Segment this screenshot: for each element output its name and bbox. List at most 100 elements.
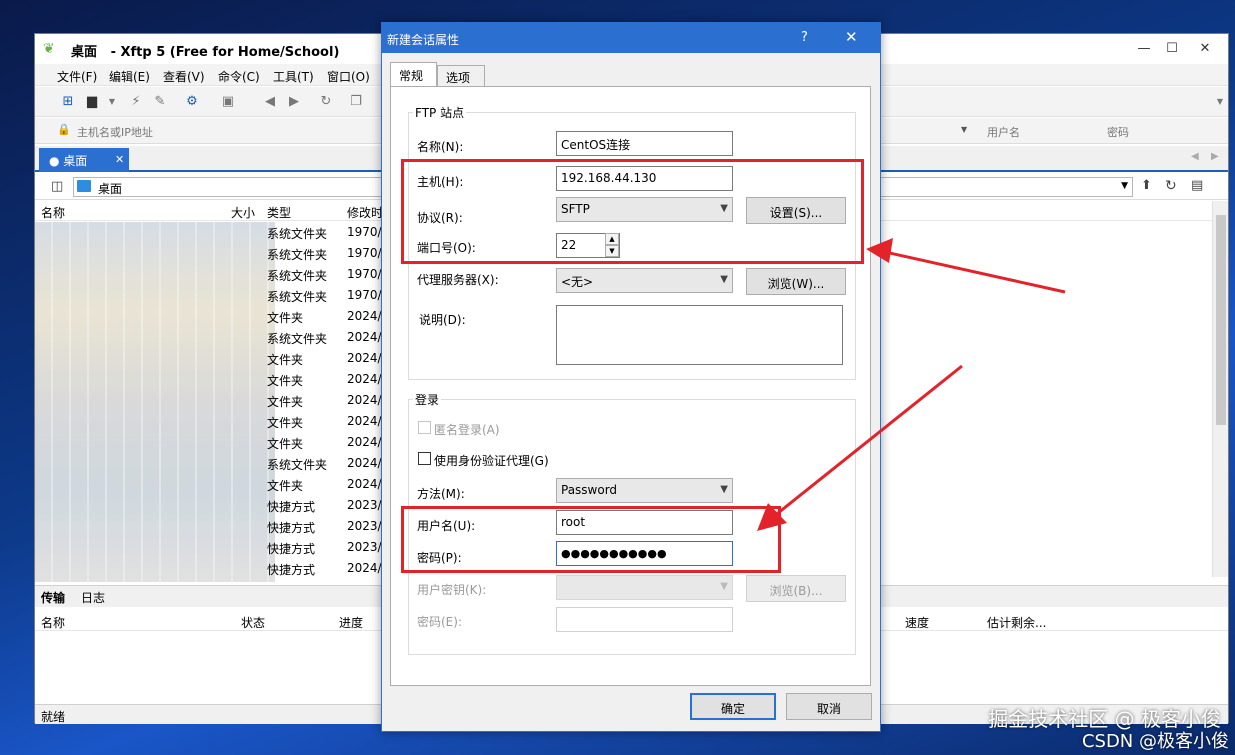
back-arrow-icon[interactable]: ◀: [261, 93, 279, 111]
transfer-column-status[interactable]: 状态: [241, 614, 265, 631]
table-row[interactable]: 快捷方式 2023/7: [35, 540, 395, 560]
anonymous-checkbox[interactable]: [418, 421, 431, 434]
help-icon[interactable]: ?: [801, 30, 808, 45]
dialog-close-icon[interactable]: ✕: [845, 28, 858, 46]
user-key-select[interactable]: ▼: [556, 575, 733, 600]
table-row[interactable]: 文件夹 2024/9: [35, 309, 395, 329]
file-list-scrollbar[interactable]: [1212, 201, 1228, 577]
column-size[interactable]: 大小: [231, 204, 255, 221]
minimize-icon[interactable]: —: [1129, 38, 1159, 60]
lock-icon: 🔒: [57, 123, 71, 136]
table-row[interactable]: 系统文件夹 1970/1: [35, 225, 395, 245]
row-type: 系统文件夹: [267, 290, 328, 304]
table-row[interactable]: 系统文件夹 1970/1: [35, 267, 395, 287]
disconnect-icon[interactable]: ✎: [151, 93, 169, 111]
menu-tools[interactable]: 工具(T): [273, 68, 314, 85]
scrollbar-thumb[interactable]: [1216, 215, 1226, 425]
highlight-host-port-box: [401, 159, 864, 264]
ftp-site-group-label: FTP 站点: [413, 104, 467, 121]
table-row[interactable]: 文件夹 2024/8: [35, 393, 395, 413]
transfer-column-progress[interactable]: 进度: [339, 614, 363, 631]
row-type: 快捷方式: [267, 542, 316, 556]
passphrase-input[interactable]: [556, 607, 733, 632]
refresh-icon[interactable]: ↻: [317, 93, 335, 111]
passphrase-label: 密码(E):: [417, 615, 462, 629]
path-dropdown-icon[interactable]: ▼: [1121, 181, 1128, 191]
dialog-title: 新建会话属性: [387, 33, 460, 47]
menu-file[interactable]: 文件(F): [57, 68, 97, 85]
password-input[interactable]: 密码: [1107, 124, 1129, 140]
proxy-select[interactable]: <无> ▼: [556, 268, 733, 293]
table-row[interactable]: 文件夹 2024/9: [35, 372, 395, 392]
transfer-column-speed[interactable]: 速度: [905, 614, 929, 631]
tab-log[interactable]: 日志: [81, 589, 105, 606]
column-modified[interactable]: 修改时: [347, 204, 383, 221]
transfer-column-name[interactable]: 名称: [41, 614, 65, 631]
tab-scroll-left-icon[interactable]: ◀: [1191, 151, 1199, 162]
auth-agent-checkbox[interactable]: [418, 452, 431, 465]
browse-key-button[interactable]: 浏览(B)...: [746, 575, 846, 602]
open-folder-icon[interactable]: ▆: [83, 93, 101, 111]
menu-edit[interactable]: 编辑(E): [109, 68, 150, 85]
status-text: 就绪: [41, 710, 66, 724]
table-row[interactable]: 文件夹 2024/8: [35, 477, 395, 497]
tab-options[interactable]: 选项: [437, 65, 485, 86]
table-row[interactable]: 快捷方式 2023/7: [35, 498, 395, 518]
forward-arrow-icon[interactable]: ▶: [285, 93, 303, 111]
column-type[interactable]: 类型: [267, 204, 291, 221]
menu-command[interactable]: 命令(C): [218, 68, 260, 85]
row-type: 系统文件夹: [267, 269, 328, 283]
cancel-button[interactable]: 取消: [786, 693, 872, 720]
session-name-input[interactable]: CentOS连接: [556, 131, 733, 156]
tab-transfer[interactable]: 传输: [41, 589, 65, 606]
table-row[interactable]: 系统文件夹 2024/9: [35, 456, 395, 476]
view-mode-icon[interactable]: ▤: [1191, 178, 1203, 193]
browse-proxy-button[interactable]: 浏览(W)...: [746, 268, 846, 295]
dropdown-arrow-icon[interactable]: ▼: [103, 93, 121, 111]
chevron-down-icon: ▼: [720, 581, 728, 592]
table-row[interactable]: 文件夹 2024/8: [35, 414, 395, 434]
copy-icon[interactable]: ❐: [347, 93, 365, 111]
new-session-icon[interactable]: ⊞: [59, 93, 77, 111]
tab-scroll-right-icon[interactable]: ▶: [1211, 151, 1219, 162]
menu-window[interactable]: 窗口(O): [327, 68, 370, 85]
auth-agent-label: 使用身份验证代理(G): [434, 454, 549, 468]
table-row[interactable]: 系统文件夹 1970/1: [35, 246, 395, 266]
toolbar-overflow-icon[interactable]: ▼: [1211, 93, 1229, 111]
panel-toggle-icon[interactable]: ◫: [51, 179, 63, 194]
refresh-path-icon[interactable]: ↻: [1165, 178, 1177, 194]
maximize-icon[interactable]: ☐: [1157, 38, 1187, 60]
username-input[interactable]: 用户名: [987, 124, 1020, 140]
table-row[interactable]: 系统文件夹 1970/1: [35, 288, 395, 308]
method-select[interactable]: Password ▼: [556, 478, 733, 503]
tab-close-icon[interactable]: ✕: [115, 153, 124, 166]
tab-general[interactable]: 常规: [390, 62, 437, 86]
row-type: 文件夹: [267, 311, 304, 325]
host-input[interactable]: 主机名或IP地址: [77, 124, 153, 140]
table-row[interactable]: 系统文件夹 2024/9: [35, 330, 395, 350]
row-type: 系统文件夹: [267, 227, 328, 241]
properties-icon[interactable]: ⚙: [183, 93, 201, 111]
menu-view[interactable]: 查看(V): [163, 68, 205, 85]
row-type: 系统文件夹: [267, 332, 328, 346]
ok-button[interactable]: 确定: [690, 693, 776, 720]
transfer-icon[interactable]: ▣: [219, 93, 237, 111]
method-value: Password: [561, 483, 618, 497]
transfer-column-eta[interactable]: 估计剩余...: [987, 614, 1046, 631]
connect-icon[interactable]: ⚡: [127, 93, 145, 111]
row-type: 文件夹: [267, 479, 304, 493]
row-type: 快捷方式: [267, 500, 316, 514]
tab-desktop[interactable]: ● 桌面 ✕: [39, 148, 129, 172]
table-row[interactable]: 文件夹 2024/7: [35, 435, 395, 455]
table-row[interactable]: 快捷方式 2024/7: [35, 561, 395, 581]
host-dropdown-icon[interactable]: ▼: [961, 125, 967, 134]
tab-dot-icon: ●: [49, 154, 64, 168]
chevron-down-icon: ▼: [720, 484, 728, 495]
row-type: 文件夹: [267, 395, 304, 409]
table-row[interactable]: 文件夹 2024/9: [35, 351, 395, 371]
parent-folder-icon[interactable]: ⬆: [1141, 178, 1152, 193]
table-row[interactable]: 快捷方式 2023/7: [35, 519, 395, 539]
description-textarea[interactable]: [556, 305, 843, 365]
close-icon[interactable]: ✕: [1190, 38, 1220, 60]
column-name[interactable]: 名称: [41, 204, 65, 221]
